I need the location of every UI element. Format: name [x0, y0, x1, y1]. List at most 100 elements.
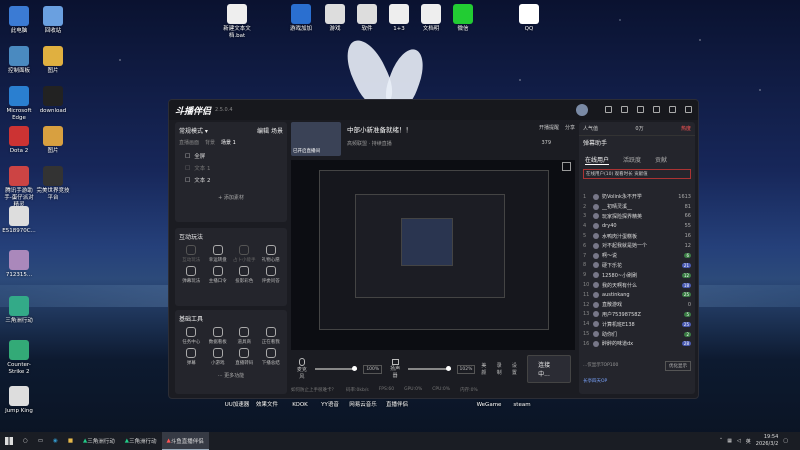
- minimize-icon[interactable]: [653, 106, 660, 113]
- list-item[interactable]: 3 玩家探险探界精英 66: [583, 212, 691, 222]
- list-item[interactable]: 8 硬下乐花 21: [583, 261, 691, 271]
- list-item[interactable]: 5 水鸭肉汁蛋糕板 16: [583, 231, 691, 241]
- menu-icon[interactable]: [637, 106, 644, 113]
- clock[interactable]: 19:54 2026/3/2: [756, 434, 778, 448]
- desktop-icon[interactable]: 1+3: [382, 4, 416, 33]
- desktop-icon[interactable]: 文档明: [414, 4, 448, 33]
- desktop-icon[interactable]: QQ: [512, 4, 546, 33]
- edge-button[interactable]: ◉: [48, 432, 63, 450]
- desktop-icon[interactable]: Counter-Strike 2: [2, 340, 36, 376]
- desktop-icon[interactable]: 三角洲行动: [2, 296, 36, 325]
- tool-button[interactable]: 正在看我: [259, 327, 284, 345]
- scene-item[interactable]: □ 文本 2: [179, 174, 283, 186]
- tool-button[interactable]: 道具商: [232, 327, 257, 345]
- list-item[interactable]: 11 austinkang 25: [583, 290, 691, 300]
- stream-title[interactable]: 中部小新准备就绪！！: [347, 124, 412, 134]
- desktop-icon[interactable]: 游戏加加: [284, 4, 318, 33]
- tool-button[interactable]: 主播口令: [206, 266, 231, 284]
- optimize-display-toggle[interactable]: 优化显示: [665, 361, 691, 371]
- desktop-icon-label[interactable]: 直播伴侣: [380, 402, 414, 409]
- scene-button[interactable]: 场景: [271, 128, 283, 135]
- taskbar-app[interactable]: ▲ 三角洲行动: [78, 432, 120, 450]
- tool-button[interactable]: 弹幕玩法: [179, 266, 204, 284]
- tool-button[interactable]: 互动玩法: [179, 245, 204, 263]
- scene-tab[interactable]: 场景 1: [221, 139, 236, 146]
- desktop-icon[interactable]: 此电脑: [2, 6, 36, 35]
- ime-indicator[interactable]: 英: [746, 438, 751, 445]
- mic-control[interactable]: 麦克风: [295, 358, 309, 380]
- mic-volume-value[interactable]: 100%: [363, 364, 383, 374]
- tool-button[interactable]: 投影彩色: [232, 266, 257, 284]
- list-item[interactable]: 6 对不起我就是她一个 12: [583, 241, 691, 251]
- scene-item[interactable]: □ 全屏: [179, 150, 283, 162]
- desktop-icon[interactable]: download: [36, 86, 70, 115]
- gift-icon[interactable]: [621, 106, 628, 113]
- stream-category[interactable]: 高频联盟 · 持续直播: [347, 140, 392, 147]
- desktop-icon[interactable]: 腾讯手游助手-蛋仔派对精灵: [2, 166, 36, 209]
- list-item[interactable]: 13 用户75398758Z 5: [583, 310, 691, 320]
- desktop-icon[interactable]: 图片: [36, 126, 70, 155]
- tool-button[interactable]: 占卜小能手: [232, 245, 257, 263]
- mic-volume-slider[interactable]: [314, 366, 358, 371]
- user-filter[interactable]: 在线用户(10) 观看时长 贡献值: [583, 169, 691, 179]
- tool-button[interactable]: 幸运转盘: [206, 245, 231, 263]
- list-item[interactable]: 15 助你们 2: [583, 329, 691, 339]
- beauty-button[interactable]: 美颜: [481, 362, 490, 376]
- tool-button[interactable]: 礼物心愿: [259, 245, 284, 263]
- desktop-icon-label[interactable]: steam: [505, 402, 539, 409]
- desktop-icon[interactable]: 新建文本文档.bat: [220, 4, 254, 40]
- preview-expand-icon[interactable]: [562, 162, 571, 171]
- message-icon[interactable]: [605, 106, 612, 113]
- network-icon[interactable]: ▦: [727, 438, 732, 444]
- footer-link[interactable]: 长亭四天OP: [583, 378, 607, 384]
- desktop-icon-label[interactable]: WeGame: [472, 402, 506, 409]
- tool-button[interactable]: 数据看板: [206, 327, 231, 345]
- share-button[interactable]: 分享: [565, 124, 575, 131]
- list-item[interactable]: 7 啊～说 6: [583, 251, 691, 261]
- list-item[interactable]: 1 奶Volink永不开学 1613: [583, 192, 691, 202]
- desktop-icon-label[interactable]: 效果文件: [250, 402, 284, 409]
- close-icon[interactable]: [685, 106, 692, 113]
- tool-button[interactable]: 下播总结: [259, 348, 284, 366]
- more-features-button[interactable]: ··· 更多功能: [179, 372, 283, 379]
- taskbar-app[interactable]: ▲ 三角洲行动: [120, 432, 162, 450]
- desktop-icon[interactable]: 图片: [36, 46, 70, 75]
- edit-button[interactable]: 编辑: [257, 128, 269, 135]
- speaker-volume-slider[interactable]: [408, 366, 451, 371]
- go-live-button[interactable]: 连接中...: [527, 355, 572, 383]
- mode-dropdown[interactable]: 常规模式 ▾: [179, 126, 208, 135]
- add-material-button[interactable]: + 添加素材: [179, 194, 283, 201]
- desktop-icon[interactable]: 游戏: [318, 4, 352, 33]
- list-item[interactable]: 12 直散游戏 0: [583, 300, 691, 310]
- taskbar-app[interactable]: ▲ 斗鱼直播伴侣: [161, 432, 209, 450]
- volume-icon[interactable]: ◁: [737, 438, 741, 444]
- task-view-button[interactable]: ▭: [33, 432, 48, 450]
- tool-button[interactable]: 小游戏: [206, 348, 231, 366]
- list-item[interactable]: 10 我的天啊有什么 18: [583, 280, 691, 290]
- tool-button[interactable]: 弹幕: [179, 348, 204, 366]
- list-item[interactable]: 2 __初晴灵溪__ 81: [583, 202, 691, 212]
- desktop-icon[interactable]: 微信: [446, 4, 480, 33]
- desktop-icon-label[interactable]: KOOK: [283, 402, 317, 409]
- desktop-icon[interactable]: 控制面板: [2, 46, 36, 75]
- chevron-up-icon[interactable]: ˄: [720, 438, 723, 444]
- desktop-icon[interactable]: Dota 2: [2, 126, 36, 155]
- search-button[interactable]: ○: [18, 432, 33, 450]
- explorer-button[interactable]: ■: [63, 432, 78, 450]
- desktop-icon[interactable]: 712315...: [2, 250, 36, 279]
- settings-button[interactable]: 设置: [512, 362, 521, 376]
- list-item[interactable]: 16 醉醉的味道dx 28: [583, 339, 691, 349]
- record-button[interactable]: 录制: [497, 362, 506, 376]
- broadcast-reminder-button[interactable]: 开播提醒: [539, 124, 559, 131]
- desktop-icon-label[interactable]: UU加速器: [220, 402, 254, 409]
- desktop-icon[interactable]: E518970C...: [2, 206, 36, 235]
- start-button[interactable]: [0, 432, 18, 450]
- scene-tab[interactable]: 背景: [205, 139, 215, 146]
- desktop-icon[interactable]: Jump King: [2, 386, 36, 415]
- scene-tab[interactable]: 直播画面: [179, 139, 199, 146]
- list-item[interactable]: 4 dry40 55: [583, 221, 691, 231]
- desktop-icon[interactable]: Microsoft Edge: [2, 86, 36, 122]
- assistant-tab[interactable]: 在线用户: [585, 155, 610, 165]
- maximize-icon[interactable]: [669, 106, 676, 113]
- speaker-control[interactable]: 扬声器: [388, 359, 402, 379]
